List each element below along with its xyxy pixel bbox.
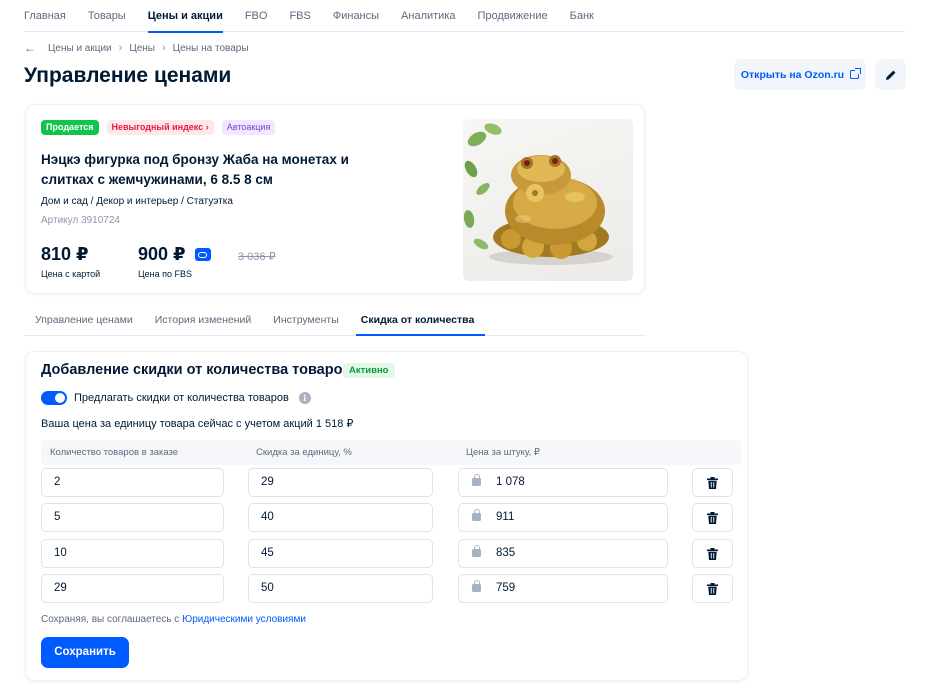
quantity-input[interactable]: 2 xyxy=(41,468,224,497)
breadcrumb-item-prices-actions[interactable]: Цены и акции xyxy=(48,43,112,54)
info-icon[interactable]: i xyxy=(298,392,311,404)
discount-input[interactable]: 40 xyxy=(248,503,433,532)
quantity-input[interactable]: 10 xyxy=(41,539,224,568)
unprofitable-index-label: Невыгодный индекс xyxy=(111,122,204,132)
external-link-icon xyxy=(850,68,862,79)
nav-item-prices[interactable]: Цены и акции xyxy=(147,0,223,33)
trash-icon xyxy=(707,547,718,560)
delete-row-button[interactable] xyxy=(692,574,733,603)
lock-icon xyxy=(472,545,481,557)
legal-agreement-text: Сохраняя, вы соглашаетесь с Юридическими… xyxy=(41,614,306,625)
price-value: 759 xyxy=(496,582,516,594)
delete-row-button[interactable] xyxy=(692,539,733,568)
edit-button[interactable] xyxy=(875,59,906,90)
discount-toggle-row: Предлагать скидки от количества товаров … xyxy=(41,391,311,405)
nav-item-finance[interactable]: Финансы xyxy=(333,0,379,32)
breadcrumb: ← Цены и акции › Цены › Цены на товары xyxy=(24,41,249,55)
nav-item-fbo[interactable]: FBO xyxy=(245,0,268,32)
header-price: Цена за штуку, ₽ xyxy=(466,447,540,458)
page-title: Управление ценами xyxy=(24,64,232,87)
open-on-ozon-button[interactable]: Открыть на Ozon.ru xyxy=(734,59,866,90)
header-quantity: Количество товаров в заказе xyxy=(50,447,179,458)
agree-prefix: Сохраняя, вы соглашаетесь с xyxy=(41,614,183,625)
price-fbs-value: 900 ₽ xyxy=(138,244,186,264)
chevron-right-icon: › xyxy=(205,122,209,132)
price-card-value: 810 ₽ xyxy=(41,244,89,264)
price-field: 911 xyxy=(458,503,668,532)
price-fbs-row: 900 ₽ xyxy=(138,244,211,265)
nav-item-bank[interactable]: Банк xyxy=(570,0,594,32)
nav-item-fbs[interactable]: FBS xyxy=(289,0,310,32)
tab-quantity-discount[interactable]: Скидка от количества xyxy=(350,306,486,336)
status-badge: Активно xyxy=(343,363,395,378)
chevron-right-icon: › xyxy=(118,42,123,54)
discount-toggle-label: Предлагать скидки от количества товаров xyxy=(74,392,289,404)
delete-row-button[interactable] xyxy=(692,503,733,532)
open-on-ozon-label: Открыть на Ozon.ru xyxy=(740,68,845,81)
price-card-block: 810 ₽ Цена с картой xyxy=(41,244,100,279)
breadcrumb-item-product-prices[interactable]: Цены на товары xyxy=(173,43,249,54)
price-field: 1 078 xyxy=(458,468,668,497)
tab-change-history[interactable]: История изменений xyxy=(144,306,263,335)
tab-tools[interactable]: Инструменты xyxy=(262,306,349,335)
discount-input[interactable]: 50 xyxy=(248,574,433,603)
autoaction-badge: Автоакция xyxy=(221,120,276,135)
table-row: 29 50 759 xyxy=(41,574,741,603)
price-value: 911 xyxy=(496,511,515,523)
table-header: Количество товаров в заказе Скидка за ед… xyxy=(41,440,741,465)
tab-price-management[interactable]: Управление ценами xyxy=(24,306,144,335)
lock-icon xyxy=(472,580,481,592)
product-category: Дом и сад / Декор и интерьер / Статуэтка xyxy=(41,196,233,207)
ozon-card-icon xyxy=(194,248,211,261)
price-field: 759 xyxy=(458,574,668,603)
top-navigation: Главная Товары Цены и акции FBO FBS Фина… xyxy=(24,0,905,33)
old-price: 3 036 ₽ xyxy=(238,251,276,263)
price-fbs-block: 900 ₽ Цена по FBS xyxy=(138,244,211,279)
product-badges: Продается Невыгодный индекс › Автоакция xyxy=(41,120,276,135)
discount-input[interactable]: 45 xyxy=(248,539,433,568)
chevron-right-icon: › xyxy=(162,42,166,54)
arrow-left-icon[interactable]: ← xyxy=(24,41,36,55)
delete-row-button[interactable] xyxy=(692,468,733,497)
header-discount: Скидка за единицу, % xyxy=(256,447,352,458)
price-tabs: Управление ценами История изменений Инст… xyxy=(24,306,646,336)
price-fbs-caption: Цена по FBS xyxy=(138,269,193,279)
nav-item-main[interactable]: Главная xyxy=(24,0,66,32)
table-row: 2 29 1 078 xyxy=(41,468,741,497)
pencil-icon xyxy=(885,70,895,80)
breadcrumb-item-prices[interactable]: Цены xyxy=(129,43,155,54)
save-button[interactable]: Сохранить xyxy=(41,637,129,668)
quantity-discount-panel: Добавление скидки от количества товаров … xyxy=(25,351,748,681)
price-value: 1 078 xyxy=(496,476,525,488)
table-row: 5 40 911 xyxy=(41,503,741,532)
product-article: Артикул 3910724 xyxy=(41,215,120,226)
nav-item-products[interactable]: Товары xyxy=(88,0,126,32)
trash-icon xyxy=(707,476,718,489)
product-name: Нэцкэ фигурка под бронзу Жаба на монетах… xyxy=(41,152,349,187)
status-badge-selling: Продается xyxy=(41,120,99,135)
price-card-caption: Цена с картой xyxy=(41,269,101,279)
product-card: Продается Невыгодный индекс › Автоакция … xyxy=(25,104,645,294)
price-field: 835 xyxy=(458,539,668,568)
quantity-input[interactable]: 5 xyxy=(41,503,224,532)
trash-icon xyxy=(707,582,718,595)
legal-terms-link[interactable]: Юридическими условиями xyxy=(182,614,306,625)
nav-item-analytics[interactable]: Аналитика xyxy=(401,0,455,32)
discount-toggle[interactable] xyxy=(41,391,67,405)
product-image xyxy=(463,119,633,281)
panel-title: Добавление скидки от количества товаров xyxy=(41,362,352,378)
discount-input[interactable]: 29 xyxy=(248,468,433,497)
trash-icon xyxy=(707,511,718,524)
nav-item-promotion[interactable]: Продвижение xyxy=(478,0,548,32)
price-value: 835 xyxy=(496,547,516,559)
quantity-input[interactable]: 29 xyxy=(41,574,224,603)
lock-icon xyxy=(472,509,481,521)
unit-price-text: Ваша цена за единицу товара сейчас с уче… xyxy=(41,418,354,430)
lock-icon xyxy=(472,474,481,486)
unprofitable-index-badge[interactable]: Невыгодный индекс › xyxy=(106,120,214,135)
table-row: 10 45 835 xyxy=(41,539,741,568)
